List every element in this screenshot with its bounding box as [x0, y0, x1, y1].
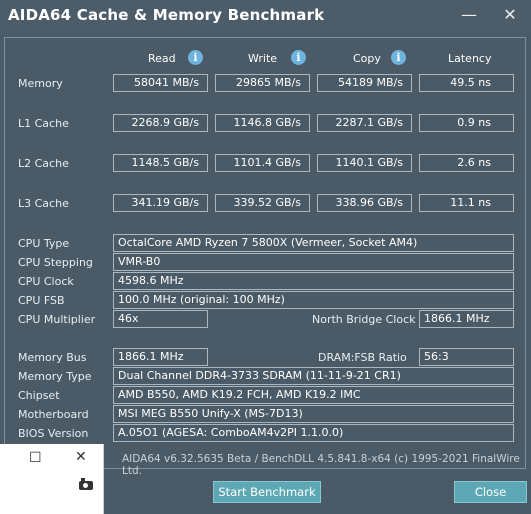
l1-read-value: 2268.9 GB/s — [113, 114, 208, 132]
bios-version-label: BIOS Version — [18, 427, 89, 440]
cpu-type-label: CPU Type — [18, 237, 70, 250]
memory-type-value: Dual Channel DDR4-3733 SDRAM (11-11-9-21… — [113, 367, 514, 385]
cpu-fsb-value: 100.0 MHz (original: 100 MHz) — [113, 291, 514, 309]
motherboard-value: MSI MEG B550 Unify-X (MS-7D13) — [113, 405, 514, 423]
cpu-stepping-label: CPU Stepping — [18, 256, 93, 269]
write-info-icon[interactable]: i — [291, 50, 306, 65]
title-bar: AIDA64 Cache & Memory Benchmark — ✕ — [0, 0, 531, 32]
start-benchmark-button[interactable]: Start Benchmark — [213, 481, 321, 503]
close-button[interactable]: Close — [454, 481, 527, 503]
copy-info-icon[interactable]: i — [391, 50, 406, 65]
maximize-icon[interactable]: ☐ — [29, 450, 42, 466]
write-header: Write — [248, 52, 278, 65]
dram-fsb-ratio-label: DRAM:FSB Ratio — [318, 351, 407, 364]
dram-fsb-ratio-value: 56:3 — [419, 348, 514, 366]
latency-header: Latency — [448, 52, 492, 65]
l1-write-value: 1146.8 GB/s — [215, 114, 310, 132]
overlay-window: ☐ ✕ — [0, 444, 104, 514]
minimize-button[interactable]: — — [459, 4, 479, 26]
read-header: Read — [148, 52, 176, 65]
cpu-type-value: OctalCore AMD Ryzen 7 5800X (Vermeer, So… — [113, 234, 514, 252]
l3-copy-value: 338.96 GB/s — [317, 194, 412, 212]
l1-copy-value: 2287.1 GB/s — [317, 114, 412, 132]
memory-latency-value: 49.5 ns — [419, 74, 514, 92]
chipset-label: Chipset — [18, 389, 60, 402]
l3-row-label: L3 Cache — [18, 197, 69, 210]
l3-latency-value: 11.1 ns — [419, 194, 514, 212]
memory-read-value: 58041 MB/s — [113, 74, 208, 92]
l3-read-value: 341.19 GB/s — [113, 194, 208, 212]
l3-write-value: 339.52 GB/s — [215, 194, 310, 212]
chipset-value: AMD B550, AMD K19.2 FCH, AMD K19.2 IMC — [113, 386, 514, 404]
cpu-multiplier-label: CPU Multiplier — [18, 313, 96, 326]
cpu-clock-label: CPU Clock — [18, 275, 74, 288]
window-title: AIDA64 Cache & Memory Benchmark — [8, 6, 325, 24]
l2-read-value: 1148.5 GB/s — [113, 154, 208, 172]
read-info-icon[interactable]: i — [188, 50, 203, 65]
memory-type-label: Memory Type — [18, 370, 92, 383]
nb-clock-label: North Bridge Clock — [312, 313, 416, 326]
l2-row-label: L2 Cache — [18, 157, 69, 170]
motherboard-label: Motherboard — [18, 408, 89, 421]
l2-copy-value: 1140.1 GB/s — [317, 154, 412, 172]
nb-clock-value: 1866.1 MHz — [419, 310, 514, 328]
close-window-button[interactable]: ✕ — [500, 4, 520, 26]
memory-bus-label: Memory Bus — [18, 351, 87, 364]
cpu-fsb-label: CPU FSB — [18, 294, 65, 307]
copy-header: Copy — [353, 52, 381, 65]
memory-bus-value: 1866.1 MHz — [113, 348, 208, 366]
l1-row-label: L1 Cache — [18, 117, 69, 130]
camera-icon[interactable] — [79, 478, 93, 490]
l1-latency-value: 0.9 ns — [419, 114, 514, 132]
bios-version-value: A.05O1 (AGESA: ComboAM4v2PI 1.1.0.0) — [113, 424, 514, 442]
memory-write-value: 29865 MB/s — [215, 74, 310, 92]
popup-close-icon[interactable]: ✕ — [75, 449, 87, 465]
memory-copy-value: 54189 MB/s — [317, 74, 412, 92]
version-footer: AIDA64 v6.32.5635 Beta / BenchDLL 4.5.84… — [122, 453, 520, 477]
cpu-clock-value: 4598.6 MHz — [113, 272, 514, 290]
cpu-stepping-value: VMR-B0 — [113, 253, 514, 271]
cpu-multiplier-value: 46x — [113, 310, 208, 328]
memory-row-label: Memory — [18, 77, 63, 90]
l2-latency-value: 2.6 ns — [419, 154, 514, 172]
l2-write-value: 1101.4 GB/s — [215, 154, 310, 172]
